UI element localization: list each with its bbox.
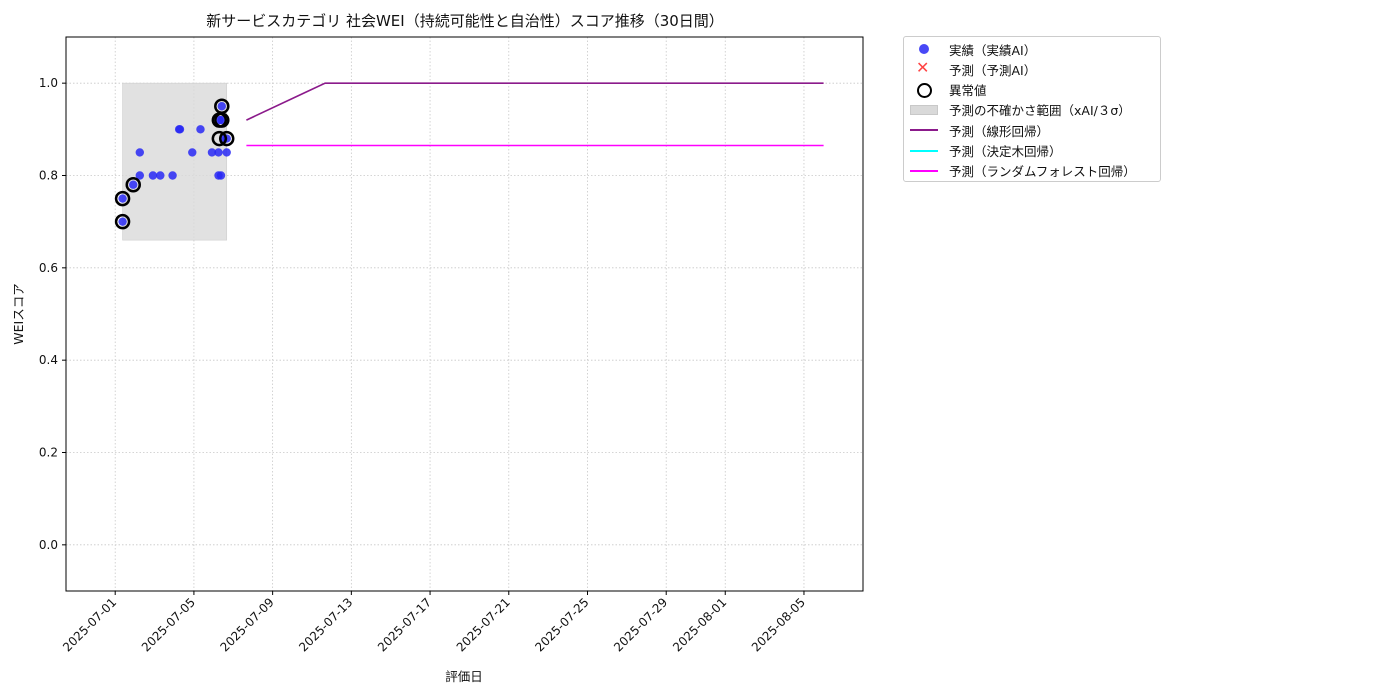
x-tick-label: 2025-07-21 bbox=[454, 595, 513, 654]
legend-swatch bbox=[908, 82, 940, 98]
legend-swatch bbox=[908, 143, 940, 159]
actual-point bbox=[216, 171, 226, 180]
legend-swatch bbox=[908, 102, 940, 118]
chart: 新サービスカテゴリ 社会WEI（持続可能性と自治性）スコア推移（30日間） 0.… bbox=[11, 12, 864, 684]
legend-item-forest: 予測（ランダムフォレスト回帰） bbox=[908, 161, 1136, 181]
x-tick-label: 2025-07-09 bbox=[218, 595, 277, 654]
x-tick-label: 2025-07-13 bbox=[296, 595, 355, 654]
ring-marker-icon bbox=[917, 82, 932, 98]
y-tick-label: 0.8 bbox=[39, 169, 58, 183]
x-axis: 2025-07-01 2025-07-05 2025-07-09 2025-07-13… bbox=[60, 591, 808, 654]
legend-swatch: ✕ bbox=[908, 58, 940, 78]
legend-label: 予測（ランダムフォレスト回帰） bbox=[949, 164, 1136, 180]
actual-point bbox=[222, 148, 231, 157]
line-linear bbox=[246, 82, 824, 121]
line-swatch-icon bbox=[910, 129, 938, 132]
legend-item-actual: 実績（実績AI） bbox=[908, 39, 1036, 59]
x-tick-label: 2025-07-29 bbox=[611, 595, 670, 654]
legend-item-uncertainty: 予測の不確かさ範囲（xAI/３σ） bbox=[908, 100, 1131, 120]
x-tick-label: 2025-07-17 bbox=[375, 595, 434, 654]
legend-item-tree: 予測（決定木回帰） bbox=[908, 141, 1062, 161]
legend-label: 予測の不確かさ範囲（xAI/３σ） bbox=[949, 103, 1131, 119]
legend-swatch bbox=[908, 163, 940, 179]
actual-point bbox=[135, 148, 144, 157]
y-tick-label: 0.4 bbox=[39, 353, 58, 367]
legend-label: 予測（予測AI） bbox=[949, 62, 1037, 78]
legend-label: 異常値 bbox=[949, 83, 987, 99]
actual-point bbox=[118, 194, 127, 203]
legend-swatch bbox=[908, 122, 940, 138]
actual-point bbox=[217, 102, 226, 111]
x-tick-label: 2025-08-01 bbox=[670, 595, 729, 654]
legend: 実績（実績AI） ✕ 予測（予測AI） 異常値予測の不確かさ範囲（xAI/３σ） 予測（… bbox=[903, 36, 1161, 182]
legend-item-linear: 予測（線形回帰） bbox=[908, 120, 1049, 140]
y-tick-label: 0.2 bbox=[39, 446, 58, 460]
band-swatch-icon bbox=[910, 104, 938, 115]
uncertainty-band bbox=[122, 82, 228, 241]
dot-marker-icon bbox=[919, 44, 929, 54]
legend-swatch bbox=[908, 41, 940, 57]
y-tick-label: 1.0 bbox=[39, 76, 58, 90]
actual-point bbox=[148, 171, 158, 180]
actual-point bbox=[118, 217, 127, 226]
y-tick-label: 0.6 bbox=[39, 261, 58, 275]
y-axis: 0.0 0.2 0.4 0.6 0.8 1.0 bbox=[39, 76, 66, 552]
x-tick-label: 2025-08-05 bbox=[749, 595, 808, 654]
y-tick-label: 0.0 bbox=[39, 538, 58, 552]
line-swatch-icon bbox=[910, 149, 938, 152]
legend-label: 予測（線形回帰） bbox=[949, 123, 1050, 139]
actual-point bbox=[129, 180, 138, 189]
x-marker-icon: ✕ bbox=[916, 58, 930, 78]
actual-point bbox=[196, 125, 205, 134]
actual-point bbox=[188, 148, 197, 157]
line-swatch-icon bbox=[910, 169, 938, 172]
y-axis-label: WEIスコア bbox=[11, 283, 26, 344]
uncertainty-band-rect bbox=[122, 82, 228, 241]
x-tick-label: 2025-07-25 bbox=[532, 595, 591, 654]
forecast-lines bbox=[246, 82, 824, 147]
x-tick-label: 2025-07-01 bbox=[60, 595, 119, 654]
x-tick-label: 2025-07-05 bbox=[139, 595, 198, 654]
legend-item-anomaly: 異常値 bbox=[908, 80, 987, 100]
legend-label: 予測（決定木回帰） bbox=[949, 144, 1062, 159]
actual-point bbox=[214, 148, 223, 157]
legend-item-forecast_ai: ✕ 予測（予測AI） bbox=[908, 59, 1036, 79]
actual-point bbox=[175, 125, 185, 134]
actual-point bbox=[156, 171, 165, 180]
chart-title: 新サービスカテゴリ 社会WEI（持続可能性と自治性）スコア推移（30日間） bbox=[206, 12, 724, 30]
x-axis-label: 評価日 bbox=[445, 669, 483, 684]
legend-label: 実績（実績AI） bbox=[949, 42, 1037, 58]
actual-point bbox=[168, 171, 177, 180]
